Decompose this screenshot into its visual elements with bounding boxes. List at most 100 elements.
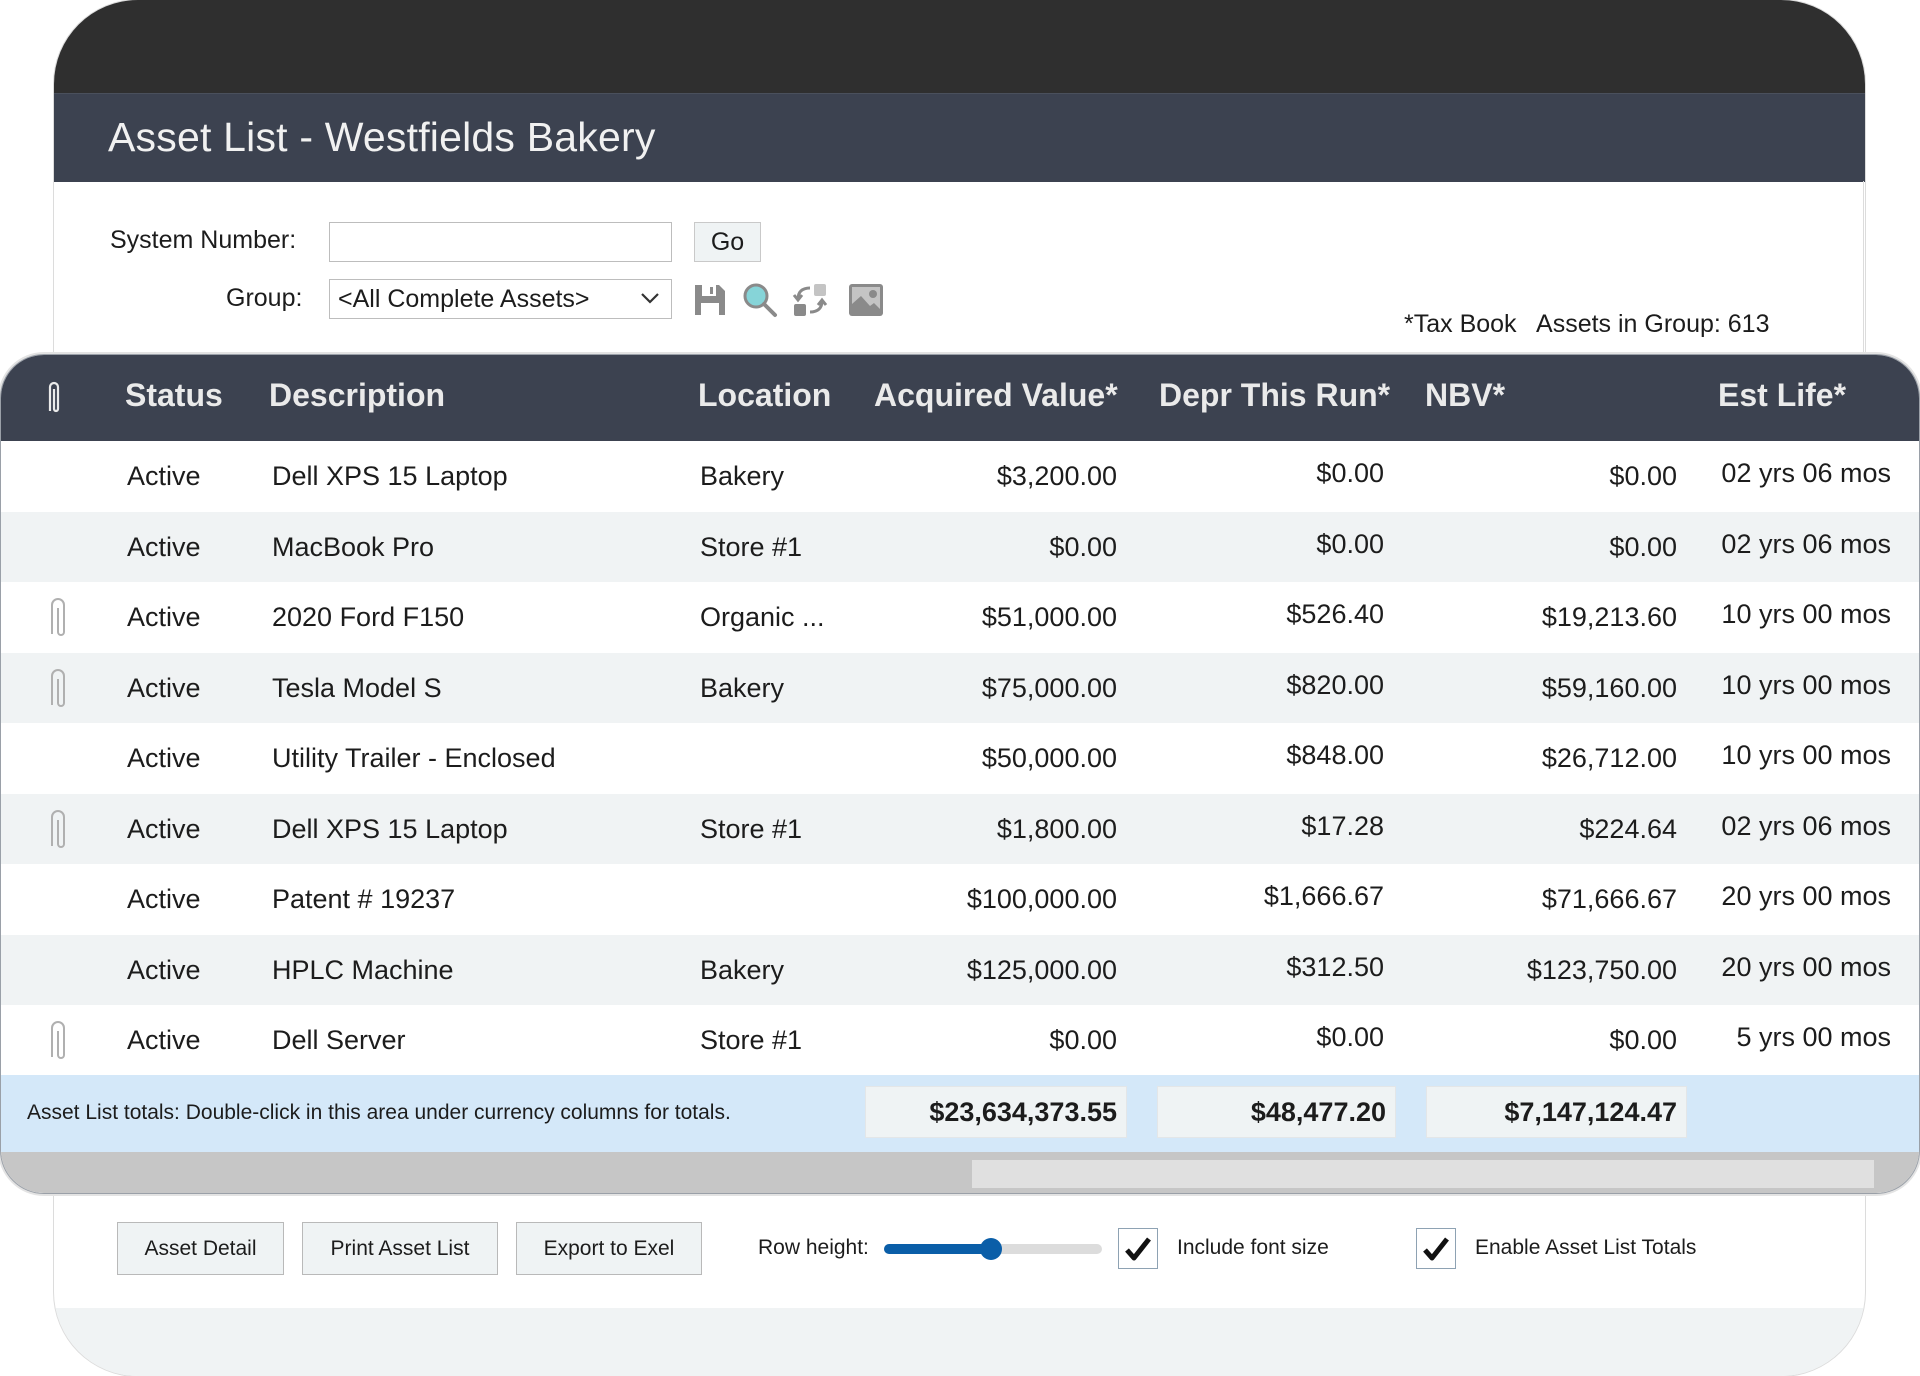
cell-status: Active xyxy=(127,813,201,844)
group-select[interactable]: <All Complete Assets> xyxy=(329,279,672,319)
cell-description: Tesla Model S xyxy=(272,672,442,703)
cell-acquired-value: $1,800.00 xyxy=(996,813,1117,844)
export-to-excel-button[interactable]: Export to Exel xyxy=(516,1222,702,1275)
cell-depr-this-run: $312.50 xyxy=(1286,951,1384,982)
table-row[interactable]: Active MacBook Pro Store #1 $0.00 $0.00 $0.00… xyxy=(1,511,1919,582)
search-icon[interactable] xyxy=(742,282,778,318)
cell-location: Store #1 xyxy=(700,531,803,562)
cell-depr-this-run: $526.40 xyxy=(1286,599,1384,629)
enable-totals-checkbox[interactable] xyxy=(1416,1228,1456,1269)
cell-description: Patent # 19237 xyxy=(272,884,456,914)
table-row[interactable]: Active Dell Server Store #1 $0.00 $0.00 $0.00… xyxy=(1,1005,1919,1076)
column-header-location[interactable]: Location xyxy=(698,377,831,414)
save-icon[interactable] xyxy=(692,282,728,318)
table-row[interactable]: Active 2020 Ford F150 Organic ... $51,000.0… xyxy=(1,582,1919,653)
scrollbar-thumb[interactable] xyxy=(972,1160,1874,1188)
total-nbv[interactable]: $7,147,124.47 xyxy=(1426,1086,1687,1138)
checkmark-icon xyxy=(1125,1237,1151,1261)
attachment-column-icon[interactable] xyxy=(45,379,63,415)
group-label: Group: xyxy=(226,284,303,312)
asset-detail-button[interactable]: Asset Detail xyxy=(117,1222,284,1275)
cell-location: Bakery xyxy=(700,461,785,491)
cell-description: Dell XPS 15 Laptop xyxy=(272,813,508,844)
cell-depr-this-run: $1,666.67 xyxy=(1263,881,1384,911)
cell-status: Active xyxy=(127,884,201,914)
system-number-input[interactable] xyxy=(329,222,672,262)
cell-est-life: 20 yrs 00 mos xyxy=(1721,951,1891,982)
page-title: Asset List - Westfields Bakery xyxy=(108,114,656,160)
cell-depr-this-run: $0.00 xyxy=(1316,458,1384,488)
cell-depr-this-run: $820.00 xyxy=(1286,669,1384,700)
table-row[interactable]: Active Dell XPS 15 Laptop Store #1 $1,800.0… xyxy=(1,793,1919,864)
table-row[interactable]: Active Patent # 19237 $100,000.00 $1,666.67… xyxy=(1,864,1919,935)
cell-est-life: 02 yrs 06 mos xyxy=(1721,528,1891,559)
title-bar: Asset List - Westfields Bakery xyxy=(54,93,1865,182)
cell-nbv: $0.00 xyxy=(1609,531,1677,562)
cell-acquired-value: $51,000.00 xyxy=(981,602,1117,632)
row-height-slider[interactable] xyxy=(884,1238,1102,1260)
cell-depr-this-run: $0.00 xyxy=(1316,1022,1384,1052)
table-header: Status Description Location Acquired Val… xyxy=(1,355,1919,441)
table-row[interactable]: Active Tesla Model S Bakery $75,000.00 $820.… xyxy=(1,652,1919,723)
cell-est-life: 02 yrs 06 mos xyxy=(1721,810,1891,841)
table-row[interactable]: Active Utility Trailer - Enclosed $50,000.… xyxy=(1,723,1919,794)
system-number-label: System Number: xyxy=(110,226,297,254)
table-row[interactable]: Active HPLC Machine Bakery $125,000.00 $312.… xyxy=(1,934,1919,1005)
cell-status: Active xyxy=(127,743,201,773)
chevron-down-icon xyxy=(641,293,659,304)
cell-description: MacBook Pro xyxy=(272,531,435,562)
cell-description: Dell XPS 15 Laptop xyxy=(272,461,508,491)
cell-location: Bakery xyxy=(700,954,785,985)
cell-nbv: $19,213.60 xyxy=(1541,602,1677,632)
checkmark-icon xyxy=(1423,1237,1449,1261)
include-font-size-label: Include font size xyxy=(1177,1236,1329,1259)
cell-location: Store #1 xyxy=(700,813,803,844)
window-top-bar xyxy=(54,0,1865,93)
cell-est-life: 02 yrs 06 mos xyxy=(1721,458,1891,488)
paperclip-icon[interactable] xyxy=(47,596,69,638)
totals-note: Asset List totals: Double-click in this … xyxy=(27,1101,731,1124)
cell-depr-this-run: $17.28 xyxy=(1301,810,1384,841)
cell-status: Active xyxy=(127,672,201,703)
tax-book-info: *Tax Book Assets in Group: 613 xyxy=(1404,310,1770,338)
cell-nbv: $0.00 xyxy=(1609,461,1677,491)
cell-nbv: $224.64 xyxy=(1579,813,1677,844)
table-row[interactable]: Active Dell XPS 15 Laptop Bakery $3,200.00 $… xyxy=(1,441,1919,512)
cell-acquired-value: $0.00 xyxy=(1049,1025,1117,1055)
print-asset-list-button[interactable]: Print Asset List xyxy=(302,1222,498,1275)
window-border xyxy=(1863,181,1864,361)
swap-icon[interactable] xyxy=(792,282,828,318)
column-header-nbv[interactable]: NBV* xyxy=(1425,377,1505,414)
image-icon[interactable] xyxy=(848,282,884,318)
cell-nbv: $71,666.67 xyxy=(1541,884,1677,914)
column-header-acquired-value[interactable]: Acquired Value* xyxy=(874,377,1118,414)
cell-est-life: 10 yrs 00 mos xyxy=(1721,669,1891,700)
totals-bar[interactable]: Asset List totals: Double-click in this … xyxy=(1,1075,1919,1152)
column-header-est-life[interactable]: Est Life* xyxy=(1718,377,1846,414)
paperclip-icon[interactable] xyxy=(47,667,69,709)
slider-thumb[interactable] xyxy=(979,1238,1002,1260)
cell-nbv: $26,712.00 xyxy=(1541,743,1677,773)
cell-status: Active xyxy=(127,602,201,632)
column-header-depr-this-run[interactable]: Depr This Run* xyxy=(1159,377,1390,414)
footer-strip xyxy=(54,1308,1865,1376)
column-header-description[interactable]: Description xyxy=(269,377,445,414)
cell-acquired-value: $125,000.00 xyxy=(966,954,1117,985)
cell-location: Store #1 xyxy=(700,1025,803,1055)
column-header-status[interactable]: Status xyxy=(125,377,223,414)
total-depr-this-run[interactable]: $48,477.20 xyxy=(1157,1086,1396,1138)
row-height-label: Row height: xyxy=(758,1236,869,1259)
cell-status: Active xyxy=(127,954,201,985)
cell-description: Dell Server xyxy=(272,1025,406,1055)
cell-nbv: $0.00 xyxy=(1609,1025,1677,1055)
cell-location: Bakery xyxy=(700,672,785,703)
paperclip-icon[interactable] xyxy=(47,808,69,850)
horizontal-scrollbar[interactable] xyxy=(1,1152,1919,1193)
cell-description: Utility Trailer - Enclosed xyxy=(272,743,556,773)
paperclip-icon[interactable] xyxy=(47,1019,69,1061)
include-font-size-checkbox[interactable] xyxy=(1118,1228,1158,1269)
group-select-value: <All Complete Assets> xyxy=(338,284,590,313)
cell-est-life: 20 yrs 00 mos xyxy=(1721,881,1891,911)
go-button[interactable]: Go xyxy=(694,222,761,262)
total-acquired-value[interactable]: $23,634,373.55 xyxy=(865,1086,1127,1138)
